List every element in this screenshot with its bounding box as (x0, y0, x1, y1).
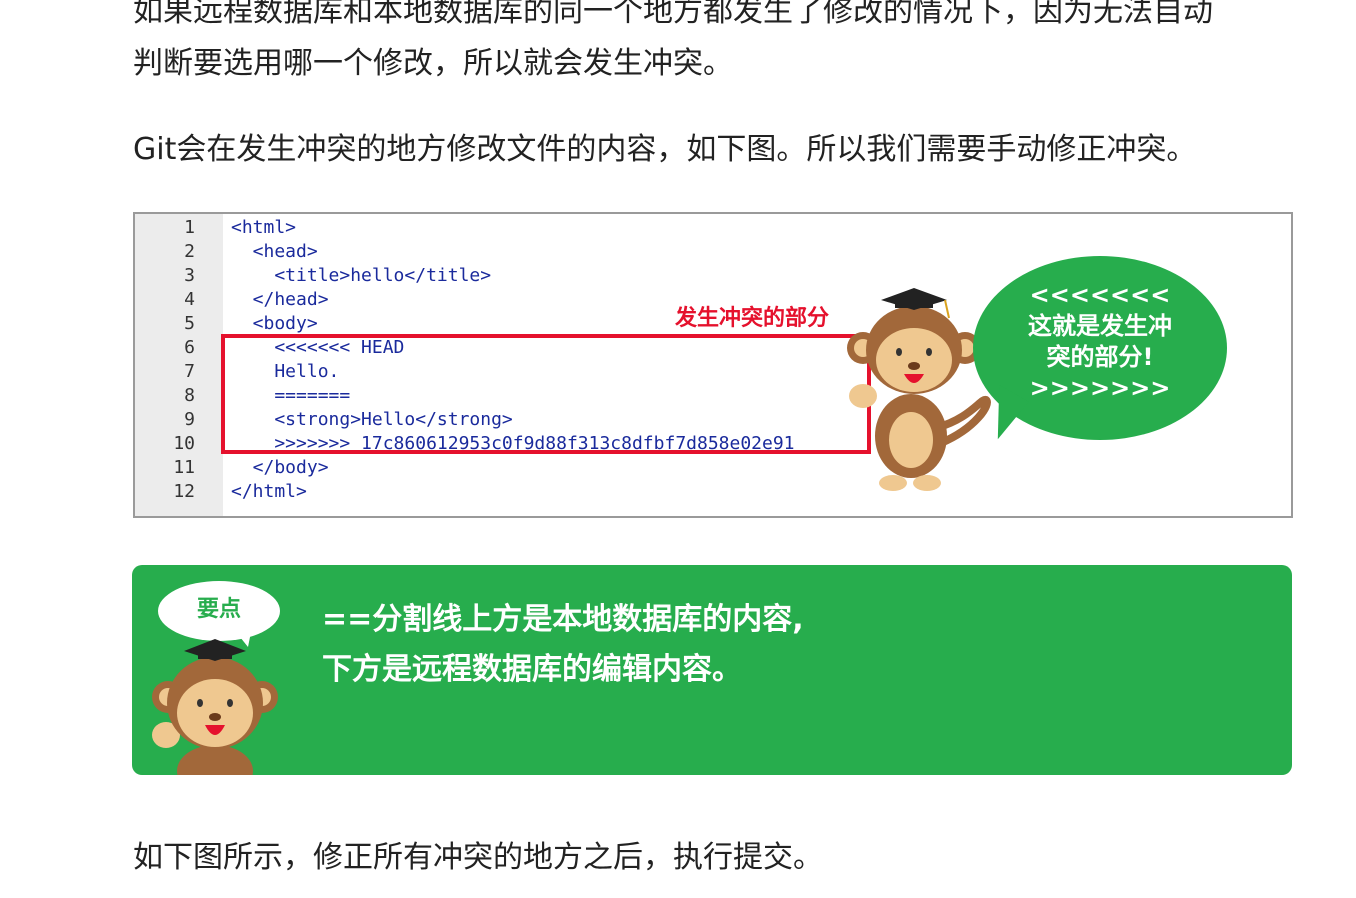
conflict-highlight-box (221, 334, 871, 454)
speech-bubble-text: <<<<<<< 这就是发生冲 突的部分! >>>>>>> (1028, 281, 1172, 402)
tip-line-1: ==分割线上方是本地数据库的内容, (322, 602, 804, 637)
line-number: 1 (184, 217, 195, 238)
monkey-mascot-icon (152, 639, 278, 775)
line-number: 3 (184, 265, 195, 286)
intro-paragraph: 如果远程数据库和本地数据库的同一个地方都发生了修改的情况下，因为无法自动 判断要… (133, 0, 1213, 90)
line-number: 8 (184, 385, 195, 406)
line-number: 10 (173, 433, 195, 454)
tip-line-2: 下方是远程数据库的编辑内容。 (322, 652, 742, 687)
monkey-mascot-icon (847, 288, 991, 491)
commit-instruction-paragraph: 如下图所示，修正所有冲突的地方之后，执行提交。 (133, 840, 823, 875)
line-number: 11 (173, 457, 195, 478)
line-number: 5 (184, 313, 195, 334)
code-line: <head> (231, 241, 318, 262)
conflict-label: 发生冲突的部分 (675, 306, 830, 331)
tip-text: ==分割线上方是本地数据库的内容, 下方是远程数据库的编辑内容。 (322, 595, 804, 695)
tip-badge-label: 要点 (196, 597, 241, 622)
line-number: 6 (184, 337, 195, 358)
line-number: 4 (184, 289, 195, 310)
line-number: 2 (184, 241, 195, 262)
line-number: 7 (184, 361, 195, 382)
code-line: </body> (231, 457, 329, 478)
line-number: 12 (173, 481, 195, 502)
intro-line-1: 如果远程数据库和本地数据库的同一个地方都发生了修改的情况下，因为无法自动 (133, 0, 1213, 29)
intro-line-2: 判断要选用哪一个修改，所以就会发生冲突。 (133, 46, 733, 81)
code-line: <title>hello</title> (231, 265, 492, 286)
code-line: </html> (231, 481, 307, 502)
conflict-code-figure: 1 2 3 4 5 6 7 8 9 10 11 12 <html> <head> <title>hel… (133, 212, 1293, 518)
tip-box: 要点 ==分割线上方是本地数据库的内容, 下方是远程数据库的编辑内容。 (132, 565, 1292, 775)
conflict-explanation-paragraph: Git会在发生冲突的地方修改文件的内容，如下图。所以我们需要手动修正冲突。 (133, 132, 1197, 167)
line-number: 9 (184, 409, 195, 430)
code-line: </head> (231, 289, 329, 310)
code-line: <body> (231, 313, 318, 334)
code-line: <html> (231, 217, 297, 238)
